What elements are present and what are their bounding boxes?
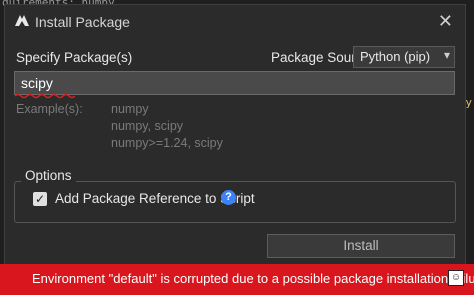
- package-source-select[interactable]: Python (pip) ▾: [353, 46, 455, 68]
- help-icon[interactable]: ?: [221, 190, 236, 205]
- spellcheck-underline: [15, 93, 75, 99]
- error-status-bar: Environment "default" is corrupted due t…: [0, 264, 474, 295]
- install-button[interactable]: Install: [267, 234, 455, 258]
- install-package-dialog: Install Package ✕ Specify Package(s) Pac…: [4, 4, 466, 291]
- close-icon[interactable]: ✕: [438, 11, 453, 32]
- add-reference-checkbox[interactable]: ✓: [33, 192, 47, 206]
- example-item: numpy, scipy: [111, 119, 184, 133]
- app-icon: [15, 15, 29, 26]
- dialog-title: Install Package: [35, 14, 130, 30]
- chevron-down-icon: ▾: [443, 48, 450, 62]
- package-source-value: Python (pip): [360, 49, 431, 64]
- title-bar: Install Package ✕: [5, 5, 465, 39]
- examples-label: Example(s):: [16, 102, 83, 116]
- status-message: Environment "default" is corrupted due t…: [32, 271, 474, 286]
- example-item: numpy: [111, 102, 149, 116]
- package-input[interactable]: scipy: [14, 71, 455, 95]
- specify-packages-label: Specify Package(s): [16, 50, 133, 65]
- example-item: numpy>=1.24, scipy: [111, 136, 223, 150]
- options-legend: Options: [21, 168, 76, 183]
- status-icon[interactable]: ☺: [448, 270, 464, 286]
